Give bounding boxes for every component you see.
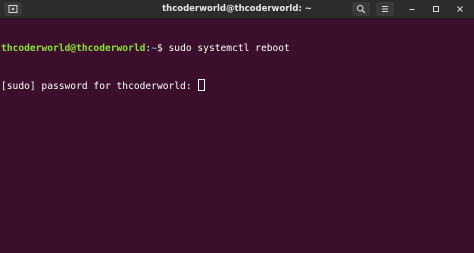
prompt-symbol: $ [156, 43, 169, 54]
hamburger-menu-icon [382, 6, 388, 12]
terminal-window: thcoderworld@thcoderworld: ~ thcoderworl… [0, 0, 474, 253]
window-title: thcoderworld@thcoderworld: ~ [162, 4, 312, 14]
maximize-button[interactable] [428, 2, 444, 16]
text-cursor[interactable] [198, 79, 206, 91]
maximize-icon [433, 6, 439, 12]
minimize-icon [409, 9, 415, 10]
close-icon [457, 6, 463, 12]
prompt-user-host: thcoderworld@thcoderworld [1, 43, 146, 54]
password-prompt-text: [sudo] password for thcoderworld: [1, 81, 198, 92]
password-prompt-line: [sudo] password for thcoderworld: [1, 79, 474, 92]
command-line: thcoderworld@thcoderworld:~$ sudo system… [1, 43, 474, 55]
terminal-output[interactable]: thcoderworld@thcoderworld:~$ sudo system… [0, 19, 474, 253]
command-text: sudo systemctl reboot [168, 43, 290, 54]
menu-button[interactable] [376, 2, 394, 16]
search-icon [356, 4, 366, 14]
minimize-button[interactable] [404, 2, 420, 16]
close-button[interactable] [452, 2, 468, 16]
title-bar[interactable]: thcoderworld@thcoderworld: ~ [0, 0, 474, 19]
search-button[interactable] [352, 2, 370, 16]
